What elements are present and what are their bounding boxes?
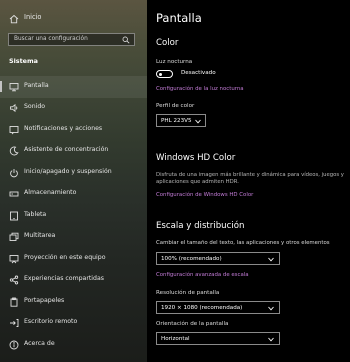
sidebar-item-tableta[interactable]: Tableta [0,205,147,227]
search-icon[interactable] [122,36,130,44]
sidebar-item-label: Proyección en este equipo [24,253,106,261]
sidebar-item-multitarea[interactable]: Multitarea [0,227,147,249]
sidebar-item-portapapeles[interactable]: Portapapeles [0,291,147,313]
sidebar: Inicio Buscar una configuración Sistema … [0,0,147,362]
chevron-down-icon [195,119,201,124]
power-icon [9,168,19,178]
color-profile-value: PHL 223V5 [161,117,192,124]
sidebar-item-label: Notificaciones y acciones [24,124,103,132]
page-title: Pantalla [156,11,202,25]
clipboard-icon [9,297,19,307]
search-placeholder: Buscar una configuración [14,36,88,42]
sidebar-item-experiencias-compartidas[interactable]: Experiencias compartidas [0,270,147,292]
share-icon [9,275,19,285]
resolution-dropdown[interactable]: 1920 × 1080 (recomendada) [156,301,280,314]
sidebar-item-label: Acerca de [24,339,55,347]
sidebar-item-label: Asistente de concentración [24,146,109,153]
color-profile-label: Perfil de color [156,103,195,109]
multitask-icon [9,232,19,242]
advanced-scale-link[interactable]: Configuración avanzada de escala [156,272,249,278]
scale-size-value: 100% (recomendado) [161,255,222,262]
sidebar-item-asistente-concentracion[interactable]: Asistente de concentración [0,141,147,163]
orientation-value: Horizontal [161,335,190,342]
chevron-down-icon [268,257,274,262]
scale-heading: Escala y distribución [156,221,245,231]
chevron-down-icon [268,337,274,342]
color-profile-dropdown[interactable]: PHL 223V5 [156,114,206,127]
orientation-dropdown[interactable]: Horizontal [156,332,280,345]
sidebar-item-label: Pantalla [24,81,49,89]
sidebar-nav: Pantalla Sonido Notificaciones y accione… [0,76,147,356]
sidebar-item-inicio-apagado[interactable]: Inicio/apagado y suspensión [0,162,147,184]
settings-content: Pantalla Color Luz nocturna Desactivado … [147,0,350,362]
storage-icon [9,189,19,199]
toggle-knob [159,72,162,76]
sidebar-item-sonido[interactable]: Sonido [0,98,147,120]
night-light-label: Luz nocturna [156,59,193,65]
night-light-state: Desactivado [181,70,216,76]
resolution-value: 1920 × 1080 (recomendada) [161,304,243,311]
hd-color-heading: Windows HD Color [156,153,236,163]
sidebar-item-label: Almacenamiento [24,189,77,196]
sidebar-item-label: Experiencias compartidas [24,275,104,282]
info-icon [9,340,19,350]
speaker-icon [9,103,19,113]
projection-icon [9,254,19,264]
sidebar-item-label: Sonido [24,103,46,110]
resolution-label: Resolución de pantalla [156,290,220,296]
home-label: Inicio [24,13,42,21]
orientation-label: Orientación de la pantalla [156,321,229,327]
moon-icon [9,146,19,156]
hd-color-settings-link[interactable]: Configuración de Windows HD Color [156,192,253,198]
sidebar-item-label: Portapapeles [24,296,65,304]
sidebar-item-pantalla[interactable]: Pantalla [0,76,147,98]
home-nav-item[interactable]: Inicio [0,8,147,30]
sidebar-item-escritorio-remoto[interactable]: Escritorio remoto [0,313,147,335]
monitor-icon [9,82,19,92]
scale-size-dropdown[interactable]: 100% (recomendado) [156,252,280,265]
color-heading: Color [156,38,179,48]
scale-size-label: Cambiar el tamaño del texto, las aplicac… [156,240,330,246]
remote-desktop-icon [9,318,19,328]
sidebar-item-label: Multitarea [24,232,56,239]
notification-icon [9,125,19,135]
sidebar-item-label: Tableta [24,210,47,218]
home-icon [9,14,19,24]
sidebar-item-acerca-de[interactable]: Acerca de [0,334,147,356]
tablet-icon [9,211,19,221]
night-light-settings-link[interactable]: Configuración de la luz nocturna [156,86,244,92]
hd-color-description: Disfruta de una imagen más brillante y d… [156,172,344,186]
chevron-down-icon [268,306,274,311]
sidebar-item-label: Inicio/apagado y suspensión [24,167,112,175]
sidebar-item-label: Escritorio remoto [24,318,78,325]
sidebar-item-proyeccion[interactable]: Proyección en este equipo [0,248,147,270]
night-light-toggle[interactable] [156,70,173,78]
sidebar-item-almacenamiento[interactable]: Almacenamiento [0,184,147,206]
sidebar-item-notificaciones[interactable]: Notificaciones y acciones [0,119,147,141]
search-input[interactable]: Buscar una configuración [8,33,135,46]
section-title: Sistema [9,57,38,65]
